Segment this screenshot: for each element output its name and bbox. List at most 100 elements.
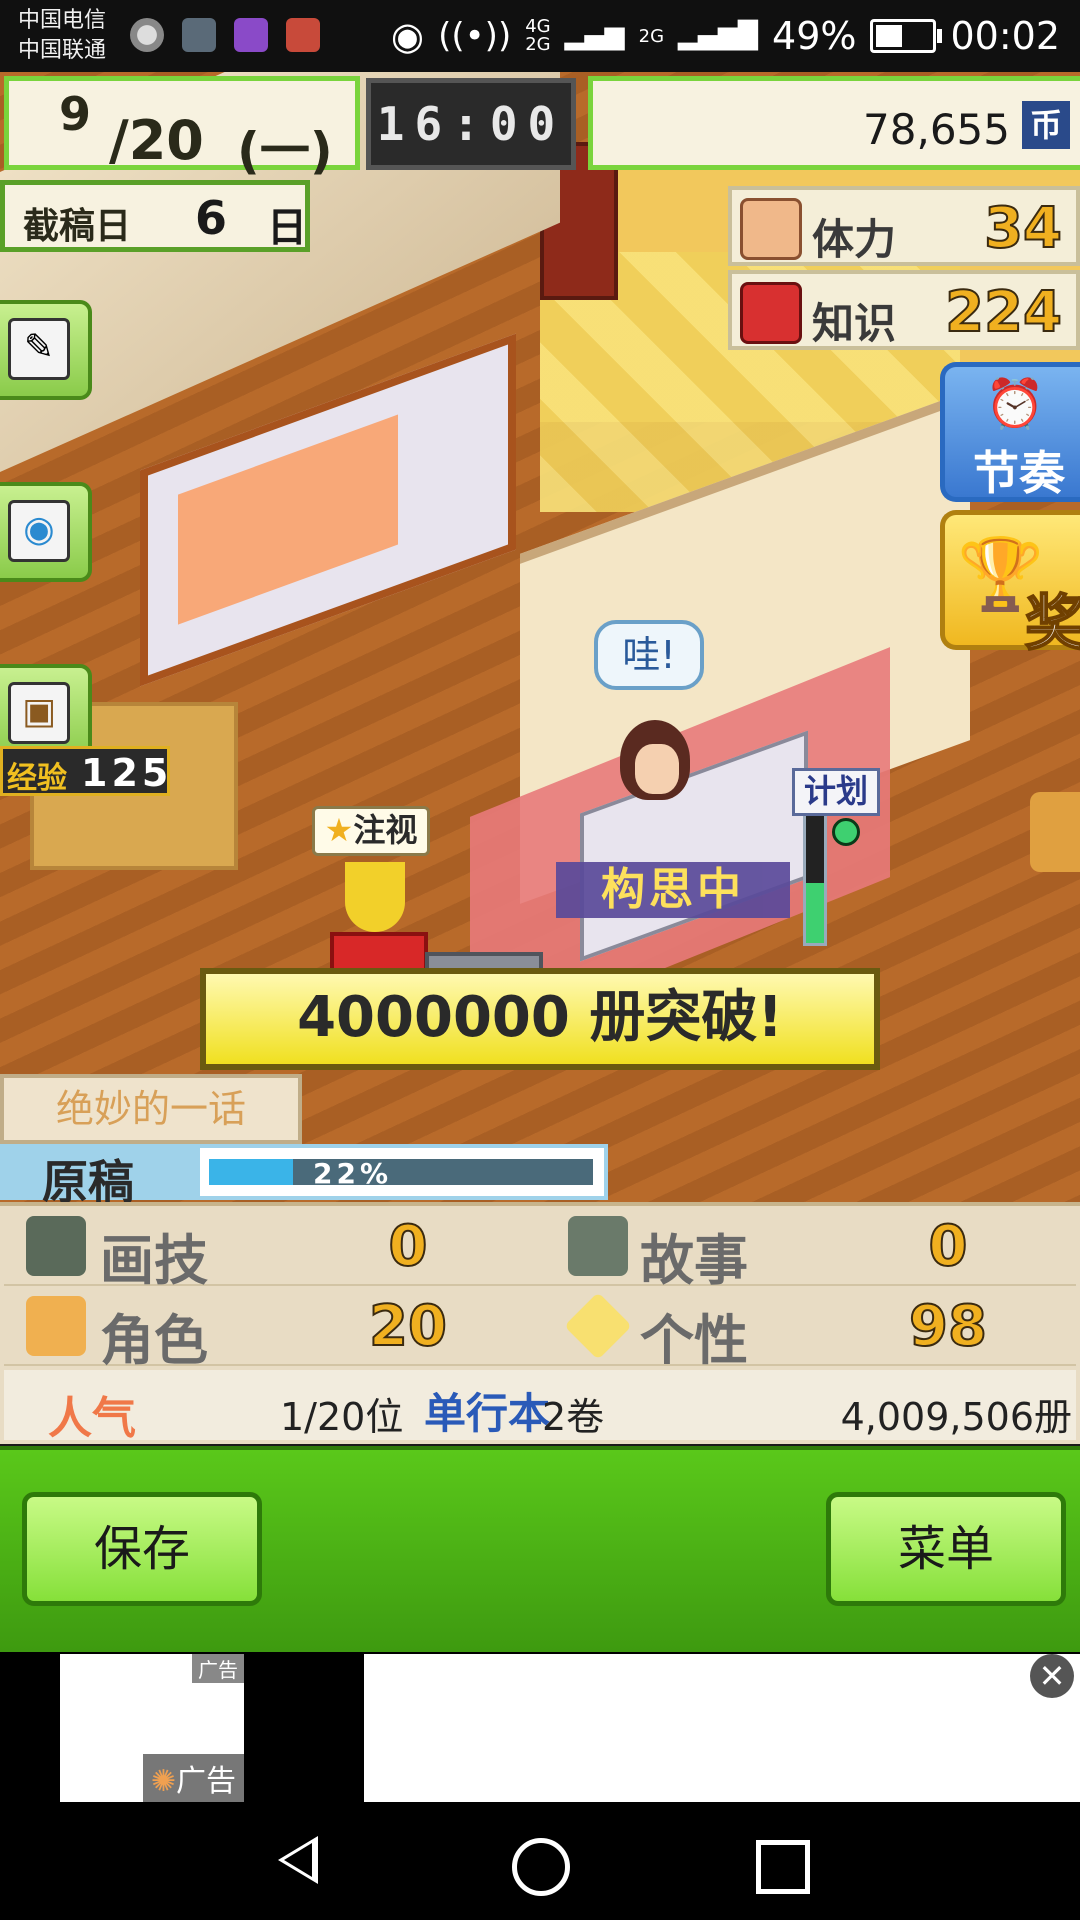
- stamina-stat: 体力 34: [728, 186, 1080, 266]
- experience-badge: 经验 125: [0, 746, 170, 796]
- close-icon[interactable]: ✕: [1030, 1654, 1074, 1698]
- exp-value: 125: [81, 751, 173, 795]
- menu-button[interactable]: 菜单: [826, 1492, 1066, 1606]
- stats-row-1: 画技 0 故事 0: [4, 1208, 1076, 1292]
- camera-icon: ◉: [8, 500, 70, 562]
- award-label: 奖: [1024, 588, 1080, 660]
- exp-label: 经验: [7, 761, 67, 796]
- knowledge-label: 知识: [812, 299, 897, 348]
- manuscript-fill: [209, 1159, 293, 1185]
- recent-apps-icon[interactable]: [756, 1840, 810, 1894]
- week: /20: [109, 109, 204, 172]
- character-value: 20: [368, 1293, 448, 1360]
- star-icon: ★: [324, 811, 354, 849]
- muscle-icon: [740, 198, 802, 260]
- sun-icon: ✺: [150, 1764, 176, 1799]
- battery-icon: [870, 19, 943, 53]
- network-type-2: 2G: [525, 34, 551, 55]
- carrier-info: 中国电信 中国联通: [18, 6, 106, 66]
- award-button[interactable]: 🏆 奖: [940, 510, 1080, 660]
- plan-meter: [803, 800, 827, 946]
- deadline-panel: 截稿日 6 日: [0, 180, 310, 252]
- ad-banner-small[interactable]: 广告 ✺广告: [60, 1654, 244, 1802]
- manuscript-track: 22%: [209, 1157, 593, 1190]
- money-panel: 78,655 币: [588, 76, 1080, 170]
- character-face: [635, 744, 679, 794]
- game-screen: 中国电信 中国联通 ◉ ((•)) 4G 2G ▂▄▆ 2G ▂▄▆█ 49% …: [0, 0, 1080, 1920]
- ad-tag-large: ✺广告: [142, 1754, 244, 1802]
- camera-button[interactable]: ◉: [0, 482, 92, 582]
- back-icon[interactable]: [278, 1836, 318, 1884]
- edit-button[interactable]: ✎: [0, 300, 92, 400]
- copies-sold: 4,009,506册: [840, 1395, 1072, 1439]
- bottom-bar: 保存 菜单: [0, 1446, 1080, 1652]
- stamina-label: 体力: [812, 215, 897, 264]
- currency-icon: 币: [1022, 101, 1070, 149]
- weekday: (一): [237, 122, 333, 180]
- edit-icon: ✎: [8, 318, 70, 380]
- assistant-character[interactable]: [1030, 792, 1080, 872]
- sales-milestone-banner: 4000000 册突破!: [200, 968, 880, 1070]
- stamina-value: 34: [983, 195, 1063, 262]
- status-right: ◉ ((•)) 4G 2G ▂▄▆ 2G ▂▄▆█ 49% 00:02: [391, 10, 1060, 62]
- navigation-bar: [0, 1802, 1080, 1920]
- speech-bubble: 哇!: [594, 620, 704, 690]
- signal-icon-2: ▂▄▆█: [678, 21, 759, 51]
- manuscript-bar: 22%: [200, 1148, 604, 1196]
- story-value: 0: [928, 1213, 969, 1280]
- stats-row-2: 角色 20 个性 98: [4, 1288, 1076, 1372]
- tankobon-value: 2卷: [542, 1395, 605, 1439]
- wifi-icon: ((•)): [438, 16, 512, 56]
- manuscript-percent: 22%: [313, 1157, 393, 1190]
- rhythm-label: 节奏: [973, 446, 1065, 500]
- open-book-icon: [568, 1216, 628, 1276]
- popularity-label: 人气: [48, 1393, 136, 1444]
- battery-percent: 49%: [772, 14, 857, 58]
- home-icon[interactable]: [512, 1838, 570, 1896]
- drawing-label: 画技: [100, 1229, 208, 1292]
- manga-stats-panel: 画技 0 故事 0 角色 20 个性 98 人气 1/20位 单行本 2卷 4,…: [0, 1202, 1080, 1444]
- gallery-icon: [182, 18, 216, 52]
- bed-sheet: [178, 414, 398, 625]
- notification-icons: [130, 18, 320, 52]
- personality-value: 98: [908, 1293, 988, 1360]
- attention-tag: ★注视: [312, 806, 430, 856]
- ad-banner-large[interactable]: ✕: [364, 1654, 1080, 1802]
- personality-label: 个性: [640, 1309, 748, 1372]
- game-clock: 16:00: [366, 78, 576, 170]
- app-icon: [286, 18, 320, 52]
- rhythm-button[interactable]: ⏰ 节奏: [940, 362, 1080, 502]
- popularity-rank: 1/20位: [280, 1395, 404, 1439]
- attention-label: 注视: [353, 811, 418, 849]
- eye-icon: ◉: [390, 14, 425, 58]
- briefcase-icon: ▣: [8, 682, 70, 744]
- status-tag: 构思中: [556, 862, 790, 918]
- deadline-unit: 日: [267, 205, 307, 251]
- app-notification-icon: [130, 18, 164, 52]
- network-indicator: 4G 2G: [525, 18, 550, 54]
- plan-tag: 计划: [792, 768, 880, 816]
- pen-tool-icon: [26, 1216, 86, 1276]
- signal-icon: ▂▄▆: [564, 21, 625, 51]
- knowledge-stat: 知识 224: [728, 270, 1080, 350]
- ad-tag-small: 广告: [192, 1654, 244, 1683]
- plan-meter-level: [806, 883, 824, 943]
- keyboard-icon: [234, 18, 268, 52]
- manuscript-progress: 原稿 22%: [0, 1144, 608, 1209]
- plan-meter-dot: [832, 818, 860, 846]
- tankobon-label: 单行本: [424, 1389, 551, 1438]
- character-icon: [26, 1296, 86, 1356]
- date-panel: 9 /20 (一): [4, 76, 360, 180]
- network-type-3: 2G: [638, 25, 665, 47]
- save-button[interactable]: 保存: [22, 1492, 262, 1606]
- ad-area: 广告 ✺广告 ✕: [0, 1652, 1080, 1802]
- drawing-value: 0: [388, 1213, 429, 1280]
- ad-tag-large-text: 广告: [176, 1764, 236, 1799]
- sparkle-icon: [564, 1292, 632, 1360]
- carrier-1: 中国电信: [18, 8, 107, 33]
- knowledge-value: 224: [944, 279, 1063, 346]
- trophy-icon: [345, 862, 405, 932]
- deadline-label: 截稿日: [23, 206, 132, 247]
- clock-time: 00:02: [950, 14, 1060, 58]
- carrier-2: 中国联通: [18, 38, 107, 63]
